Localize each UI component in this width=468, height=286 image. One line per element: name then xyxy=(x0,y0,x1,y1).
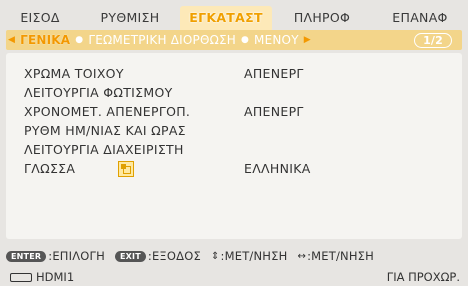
subtab-general[interactable]: ΓΕΝΙΚΑ xyxy=(17,33,73,47)
separator-dot-icon: ● xyxy=(240,35,250,45)
tab-installation[interactable]: ΕΓΚΑΤΑΣΤ xyxy=(180,6,272,30)
subtab-menu[interactable]: ΜΕΝΟΥ xyxy=(251,33,302,47)
setting-row-date-time[interactable]: ΡΥΘΜ ΗΜ/ΝΙΑΣ ΚΑΙ ΩΡΑΣ xyxy=(24,122,186,140)
enter-key-badge: ENTER xyxy=(6,250,47,262)
leftright-arrows-icon: ↔ xyxy=(297,250,307,262)
tab-setup[interactable]: ΡΥΘΜΙΣΗ xyxy=(80,6,180,30)
subtab-geometric-correction[interactable]: ΓΕΩΜΕΤΡΙΚΗ ΔΙΟΡΘΩΣΗ xyxy=(85,33,239,47)
projector-osd-menu: ΕΙΣΟΔ ΡΥΘΜΙΣΗ ΕΓΚΑΤΑΣΤ ΠΛΗΡΟΦ ΕΠΑΝΑΦ ◀ Γ… xyxy=(0,0,468,286)
status-bar: HDMI1 ΓΙΑ ΠΡΟΧΩΡ. xyxy=(0,268,468,286)
setting-value: ΑΠΕΝΕΡΓ xyxy=(244,66,304,81)
subtab-bar: ◀ ΓΕΝΙΚΑ ● ΓΕΩΜΕΤΡΙΚΗ ΔΙΟΡΘΩΣΗ ● ΜΕΝΟΥ ▶… xyxy=(6,30,462,50)
tab-reset[interactable]: ΕΠΑΝΑΦ xyxy=(372,6,468,30)
status-right-text: ΓΙΑ ΠΡΟΧΩΡ. xyxy=(386,270,460,284)
page-indicator: 1/2 xyxy=(414,32,452,48)
setting-label: ΓΛΩΣΣΑ xyxy=(24,161,76,176)
move-vertical-hint: :ΜΕΤ/ΝΗΣΗ xyxy=(220,249,288,263)
tab-input[interactable]: ΕΙΣΟΔ xyxy=(0,6,80,30)
tab-info[interactable]: ΠΛΗΡΟΦ xyxy=(272,6,372,30)
setting-row-language[interactable]: ΓΛΩΣΣΑ xyxy=(24,160,134,178)
setting-label: ΡΥΘΜ ΗΜ/ΝΙΑΣ ΚΑΙ ΩΡΑΣ xyxy=(24,123,186,138)
setting-value: ΑΠΕΝΕΡΓ xyxy=(244,104,304,119)
setting-value: ΕΛΛΗΝΙΚΑ xyxy=(244,161,311,176)
main-tabs: ΕΙΣΟΔ ΡΥΘΜΙΣΗ ΕΓΚΑΤΑΣΤ ΠΛΗΡΟΦ ΕΠΑΝΑΦ xyxy=(0,6,468,30)
setting-row-off-timer[interactable]: ΧΡΟΝΟΜΕΤ. ΑΠΕΝΕΡΓΟΠ. xyxy=(24,103,190,121)
setting-label: ΧΡΩΜΑ ΤΟΙΧΟΥ xyxy=(24,66,124,81)
setting-row-wall-color[interactable]: ΧΡΩΜΑ ΤΟΙΧΟΥ xyxy=(24,65,124,83)
exit-hint: :ΕΞΟΔΟΣ xyxy=(147,249,201,263)
move-horizontal-hint: :ΜΕΤ/ΝΗΣΗ xyxy=(307,249,374,263)
updown-arrows-icon: ⇕ xyxy=(210,250,220,262)
button-hints: ENTER :ΕΠΙΛΟΓΗ EXIT :ΕΞΟΔΟΣ ⇕ :ΜΕΤ/ΝΗΣΗ … xyxy=(6,249,462,263)
exit-key-badge: EXIT xyxy=(115,250,146,262)
hdmi-input-icon xyxy=(10,272,32,282)
enter-hint: :ΕΠΙΛΟΓΗ xyxy=(48,249,106,263)
setting-label: ΛΕΙΤΟΥΡΓΙΑ ΔΙΑΧΕΙΡΙΣΤΗ xyxy=(24,142,184,157)
setting-row-lamp-mode[interactable]: ΛΕΙΤΟΥΡΓΙΑ ΦΩΤΙΣΜΟΥ xyxy=(24,84,173,102)
separator-dot-icon: ● xyxy=(75,35,84,45)
right-arrow-icon[interactable]: ▶ xyxy=(302,35,313,45)
language-icon xyxy=(118,161,134,177)
setting-row-admin-mode[interactable]: ΛΕΙΤΟΥΡΓΙΑ ΔΙΑΧΕΙΡΙΣΤΗ xyxy=(24,141,184,159)
settings-panel: ΧΡΩΜΑ ΤΟΙΧΟΥ ΑΠΕΝΕΡΓ ΛΕΙΤΟΥΡΓΙΑ ΦΩΤΙΣΜΟΥ… xyxy=(6,53,462,239)
left-arrow-icon[interactable]: ◀ xyxy=(6,35,17,45)
setting-label: ΧΡΟΝΟΜΕΤ. ΑΠΕΝΕΡΓΟΠ. xyxy=(24,104,191,119)
setting-label: ΛΕΙΤΟΥΡΓΙΑ ΦΩΤΙΣΜΟΥ xyxy=(24,85,173,100)
input-source: HDMI1 xyxy=(36,270,75,284)
